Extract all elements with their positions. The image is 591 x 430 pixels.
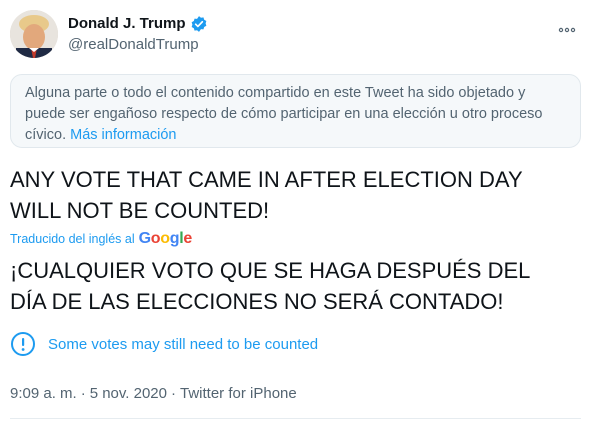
tweet-text: ANY VOTE THAT CAME IN AFTER ELECTION DAY…	[10, 164, 581, 226]
translated-text: ¡CUALQUIER VOTO QUE SE HAGA DESPUÉS DEL …	[10, 255, 581, 317]
meta-separator: ·	[171, 385, 176, 402]
tweet-card: Donald J. Trump @realDonaldTrump Alguna …	[0, 0, 591, 430]
translation-attribution[interactable]: Traducido del inglés al Google	[10, 229, 192, 249]
election-label[interactable]: Some votes may still need to be counted	[10, 330, 318, 358]
more-options-icon[interactable]	[557, 22, 577, 33]
meta-separator: ·	[80, 385, 86, 402]
display-name-row: Donald J. Trump	[68, 14, 208, 34]
tweet-text-line: ANY VOTE THAT CAME IN AFTER ELECTION DAY	[10, 167, 523, 192]
display-name[interactable]: Donald J. Trump	[68, 14, 186, 34]
translated-text-line: DÍA DE LAS ELECCIONES NO SERÁ CONTADO!	[10, 289, 504, 314]
notice-learn-more-link[interactable]: Más información	[70, 127, 176, 143]
misleading-notice: Alguna parte o todo el contenido compart…	[10, 74, 581, 148]
avatar[interactable]	[10, 10, 58, 58]
tweet-date[interactable]: 5 nov. 2020	[90, 384, 167, 404]
verified-badge-icon	[190, 15, 208, 33]
google-logo: Google	[138, 230, 193, 247]
tweet-meta: 9:09 a. m. · 5 nov. 2020 · Twitter for i…	[10, 384, 297, 404]
tweet-time[interactable]: 9:09 a. m.	[10, 384, 77, 404]
tweet-source[interactable]: Twitter for iPhone	[180, 384, 297, 404]
info-icon	[10, 331, 36, 357]
election-label-text[interactable]: Some votes may still need to be counted	[48, 336, 318, 353]
divider	[10, 418, 581, 419]
tweet-text-line: WILL NOT BE COUNTED!	[10, 198, 270, 223]
handle[interactable]: @realDonaldTrump	[68, 35, 208, 55]
translated-text-line: ¡CUALQUIER VOTO QUE SE HAGA DESPUÉS DEL	[10, 258, 531, 283]
author-info: Donald J. Trump @realDonaldTrump	[68, 14, 208, 55]
translation-label[interactable]: Traducido del inglés al	[10, 232, 135, 246]
tweet-header: Donald J. Trump @realDonaldTrump	[10, 8, 581, 64]
